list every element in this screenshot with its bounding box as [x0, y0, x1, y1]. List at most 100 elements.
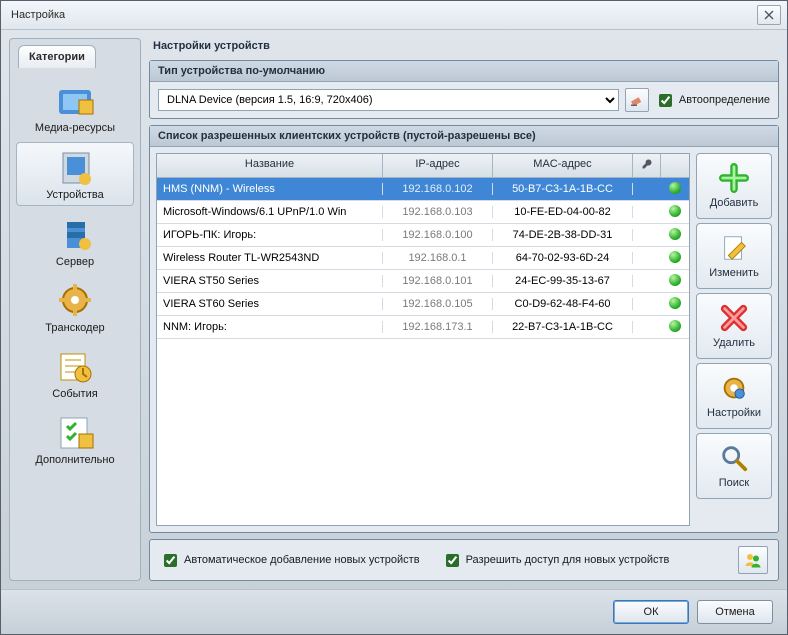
col-mac[interactable]: MAC-адрес [493, 154, 633, 177]
cell-mac: 50-B7-C3-1A-1B-CC [493, 183, 633, 195]
cell-ip: 192.168.0.101 [383, 275, 493, 287]
options-panel: Автоматическое добавление новых устройст… [149, 539, 779, 581]
settings-window: Настройка Категории Медиа-ресурсы Устройс… [0, 0, 788, 635]
auto-add-input[interactable] [164, 554, 177, 567]
table-header: Название IP-адрес MAC-адрес [157, 154, 689, 178]
cell-name: VIERA ST60 Series [157, 298, 383, 310]
actions-column: Добавить Изменить Удалить Настройки [696, 153, 772, 526]
cell-ip: 192.168.0.1 [383, 252, 493, 264]
auto-add-checkbox[interactable]: Автоматическое добавление новых устройст… [160, 551, 420, 570]
default-device-select[interactable]: DLNA Device (версия 1.5, 16:9, 720x406) [158, 89, 619, 111]
cell-mac: C0-D9-62-48-F4-60 [493, 298, 633, 310]
status-dot-icon [669, 320, 681, 332]
status-dot-icon [669, 297, 681, 309]
cell-name: ИГОРЬ-ПК: Игорь: [157, 229, 383, 241]
devices-table: Название IP-адрес MAC-адрес HMS (NNM) - … [156, 153, 690, 526]
cell-mac: 10-FE-ED-04-00-82 [493, 206, 633, 218]
sidebar-item-3[interactable]: Транскодер [17, 276, 133, 338]
cell-status [661, 182, 689, 197]
col-ip[interactable]: IP-адрес [383, 154, 493, 177]
cell-status [661, 251, 689, 266]
main-area: Настройки устройств Тип устройства по-ум… [149, 38, 779, 581]
close-button[interactable] [757, 5, 781, 25]
delete-button[interactable]: Удалить [696, 293, 772, 359]
table-row[interactable]: HMS (NNM) - Wireless192.168.0.10250-B7-C… [157, 178, 689, 201]
allow-new-checkbox[interactable]: Разрешить доступ для новых устройств [442, 551, 670, 570]
sidebar-item-label: Сервер [17, 256, 133, 268]
table-body: HMS (NNM) - Wireless192.168.0.10250-B7-C… [157, 178, 689, 525]
devices-panel: Список разрешенных клиентских устройств … [149, 125, 779, 533]
category-icon [51, 346, 99, 386]
sidebar-item-4[interactable]: События [17, 342, 133, 404]
category-icon [51, 80, 99, 120]
allow-new-input[interactable] [446, 554, 459, 567]
window-title: Настройка [11, 9, 65, 21]
col-tools[interactable] [633, 154, 661, 177]
edit-button[interactable]: Изменить [696, 223, 772, 289]
autodetect-checkbox[interactable]: Автоопределение [655, 91, 770, 110]
close-icon [764, 10, 774, 20]
cell-status [661, 228, 689, 243]
sidebar: Категории Медиа-ресурсы Устройства Сервер Т… [9, 38, 141, 581]
page-heading: Настройки устройств [149, 38, 779, 54]
sidebar-item-2[interactable]: Сервер [17, 210, 133, 272]
window-body: Категории Медиа-ресурсы Устройства Сервер Т… [1, 30, 787, 589]
users-icon [744, 551, 762, 569]
cell-ip: 192.168.0.102 [383, 183, 493, 195]
cell-status [661, 205, 689, 220]
sidebar-item-0[interactable]: Медиа-ресурсы [17, 76, 133, 138]
cell-ip: 192.168.173.1 [383, 321, 493, 333]
ok-button[interactable]: ОК [613, 600, 689, 624]
add-button[interactable]: Добавить [696, 153, 772, 219]
wrench-icon [641, 158, 653, 170]
cell-name: VIERA ST50 Series [157, 275, 383, 287]
table-row[interactable]: ИГОРЬ-ПК: Игорь:192.168.0.10074-DE-2B-38… [157, 224, 689, 247]
status-dot-icon [669, 251, 681, 263]
sidebar-item-5[interactable]: Дополнительно [17, 408, 133, 470]
cell-mac: 64-70-02-93-6D-24 [493, 252, 633, 264]
category-icon [51, 412, 99, 452]
eraser-icon [630, 93, 644, 107]
col-name[interactable]: Название [157, 154, 383, 177]
cancel-button[interactable]: Отмена [697, 600, 773, 624]
users-button[interactable] [738, 546, 768, 574]
status-dot-icon [669, 182, 681, 194]
sidebar-item-label: События [17, 388, 133, 400]
categories-tab[interactable]: Категории [18, 45, 96, 68]
default-device-title: Тип устройства по-умолчанию [150, 61, 778, 82]
clear-device-button[interactable] [625, 88, 649, 112]
cell-name: HMS (NNM) - Wireless [157, 183, 383, 195]
cell-status [661, 297, 689, 312]
cell-name: NNM: Игорь: [157, 321, 383, 333]
category-icon [51, 147, 99, 187]
table-row[interactable]: NNM: Игорь:192.168.173.122-B7-C3-1A-1B-C… [157, 316, 689, 339]
pencil-icon [719, 233, 749, 263]
table-row[interactable]: Wireless Router TL-WR2543ND192.168.0.164… [157, 247, 689, 270]
status-dot-icon [669, 274, 681, 286]
cell-mac: 24-EC-99-35-13-67 [493, 275, 633, 287]
cell-ip: 192.168.0.100 [383, 229, 493, 241]
cell-ip: 192.168.0.103 [383, 206, 493, 218]
status-dot-icon [669, 228, 681, 240]
table-row[interactable]: VIERA ST60 Series192.168.0.105C0-D9-62-4… [157, 293, 689, 316]
search-button[interactable]: Поиск [696, 433, 772, 499]
devices-title: Список разрешенных клиентских устройств … [150, 126, 778, 147]
category-icon [51, 280, 99, 320]
table-row[interactable]: Microsoft-Windows/6.1 UPnP/1.0 Win192.16… [157, 201, 689, 224]
cell-name: Wireless Router TL-WR2543ND [157, 252, 383, 264]
plus-icon [719, 163, 749, 193]
sidebar-item-1[interactable]: Устройства [16, 142, 134, 206]
category-list: Медиа-ресурсы Устройства Сервер Транскодер С… [14, 68, 136, 572]
settings-button[interactable]: Настройки [696, 363, 772, 429]
gear-icon [719, 373, 749, 403]
autodetect-input[interactable] [659, 94, 672, 107]
cell-name: Microsoft-Windows/6.1 UPnP/1.0 Win [157, 206, 383, 218]
sidebar-item-label: Медиа-ресурсы [17, 122, 133, 134]
sidebar-item-label: Дополнительно [17, 454, 133, 466]
delete-icon [719, 303, 749, 333]
col-status[interactable] [661, 154, 689, 177]
status-dot-icon [669, 205, 681, 217]
table-row[interactable]: VIERA ST50 Series192.168.0.10124-EC-99-3… [157, 270, 689, 293]
titlebar: Настройка [1, 1, 787, 30]
sidebar-item-label: Транскодер [17, 322, 133, 334]
